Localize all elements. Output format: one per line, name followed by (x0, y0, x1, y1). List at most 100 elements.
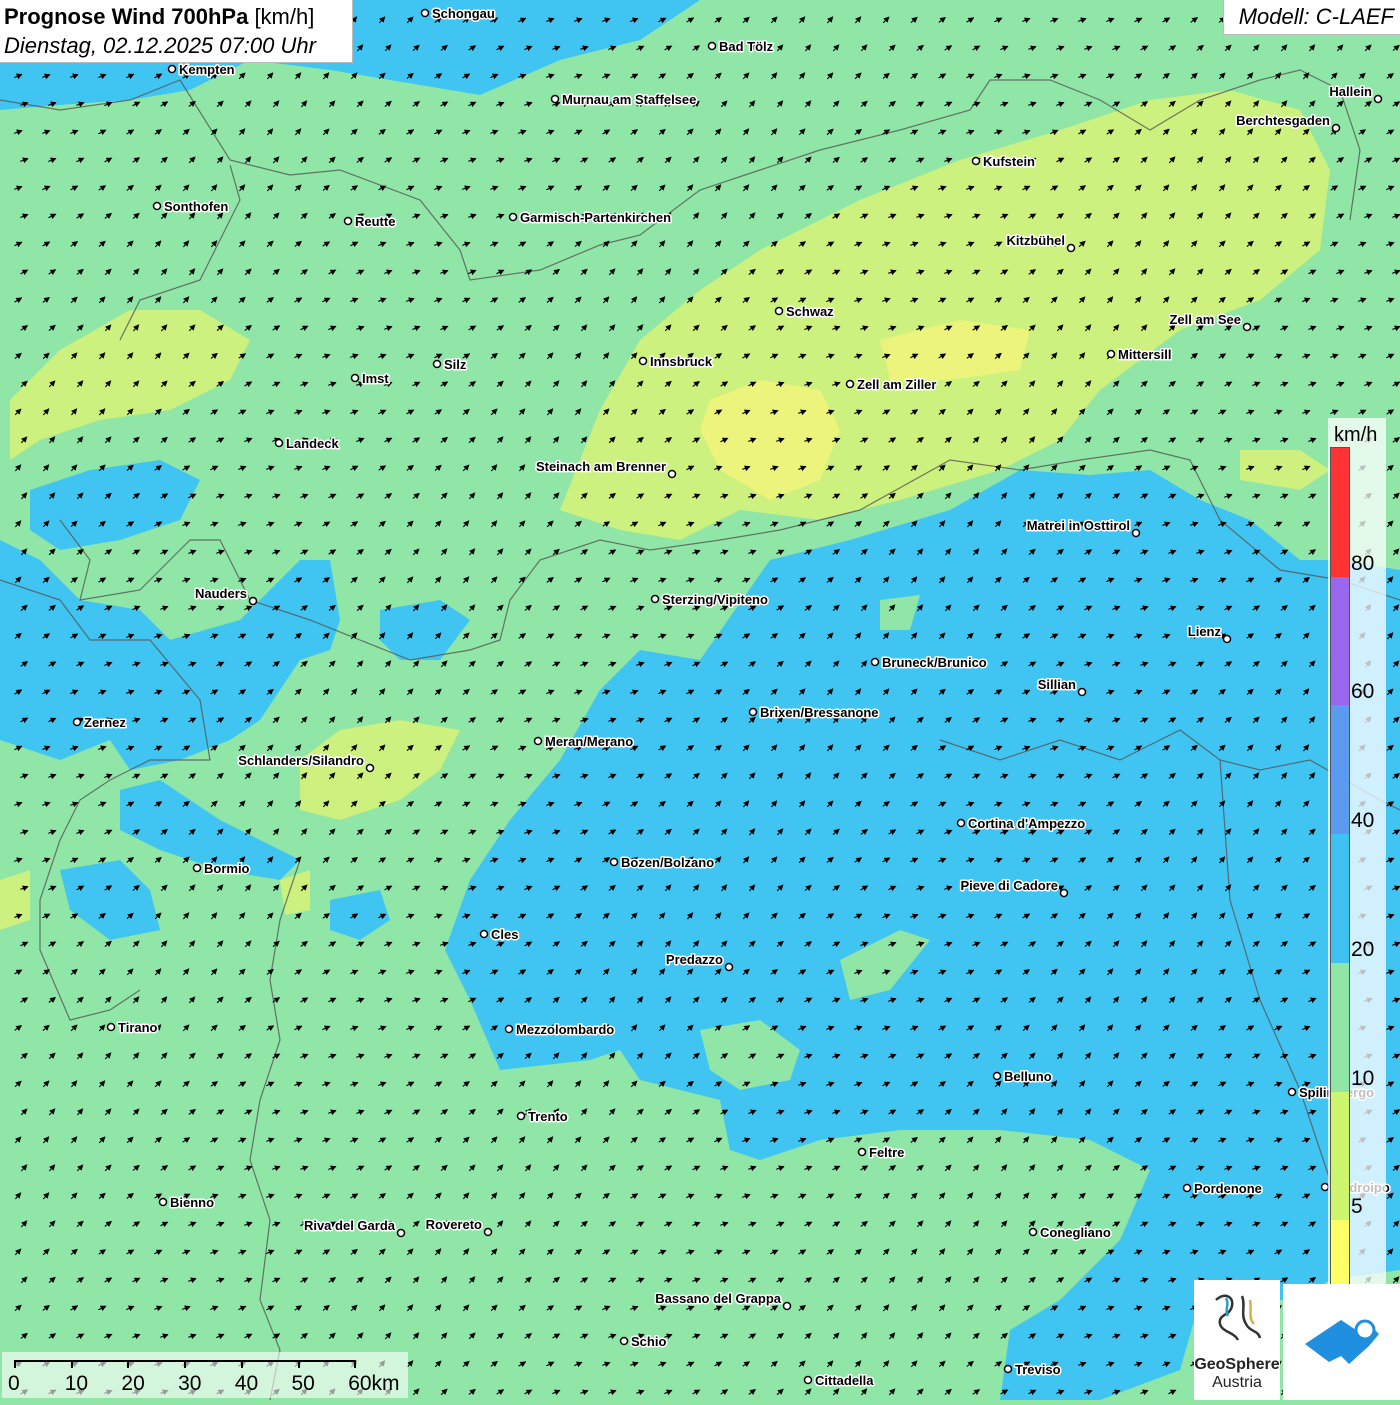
city-marker[interactable]: Schongau (420, 5, 496, 23)
city-label: Schio (631, 1334, 666, 1349)
city-dot (1222, 634, 1232, 644)
city-dot (167, 64, 177, 74)
city-dot (619, 1336, 629, 1346)
city-dot (248, 596, 258, 606)
city-dot (1131, 528, 1141, 538)
city-label: Schwaz (786, 304, 834, 319)
city-label: Imst (362, 371, 389, 386)
city-dot (870, 657, 880, 667)
app-arrow-cloud-icon (1305, 1319, 1379, 1364)
legend-tick-label: 20 (1351, 937, 1375, 961)
city-dot (504, 1024, 514, 1034)
city-marker[interactable]: Sterzing/Vipiteno (650, 591, 769, 609)
city-marker[interactable]: Murnau am Staffelsee (550, 91, 698, 109)
city-marker[interactable]: Mittersill (1106, 346, 1173, 364)
city-dot (992, 1071, 1002, 1081)
map-datetime: Dienstag, 02.12.2025 07:00 Uhr (4, 33, 316, 58)
geosphere-emblem-icon (1215, 1294, 1262, 1341)
city-label: Innsbruck (650, 354, 713, 369)
city-dot (420, 8, 430, 18)
city-dot (479, 929, 489, 939)
city-label: Nauders (195, 586, 247, 601)
city-dot (1287, 1087, 1297, 1097)
city-dot (609, 857, 619, 867)
city-dot (192, 863, 202, 873)
geosphere-austria-logo[interactable]: GeoSphere Austria (1194, 1280, 1280, 1400)
city-marker[interactable]: Sonthofen (152, 198, 230, 216)
scale-label: 60km (348, 1372, 400, 1395)
city-marker[interactable]: Innsbruck (638, 353, 714, 371)
city-label: Pordenone (1194, 1181, 1262, 1196)
city-label: Meran/Merano (545, 734, 633, 749)
legend-color-segment (1331, 576, 1349, 706)
legend-tick-label: 5 (1351, 1195, 1363, 1219)
geosphere-logo-line2: Austria (1212, 1374, 1262, 1391)
city-label: Bozen/Bolzano (621, 855, 714, 870)
scale-tick (14, 1360, 16, 1368)
city-label: Garmisch-Partenkirchen (520, 210, 671, 225)
scale-tick (354, 1360, 357, 1368)
city-dot (1373, 94, 1383, 104)
legend-tick-label: 60 (1351, 680, 1375, 704)
scale-label: 40 (234, 1372, 259, 1395)
model-label: Modell: C-LAEF (1238, 4, 1394, 29)
city-marker[interactable]: Cortina d'Ampezzo (956, 815, 1087, 833)
city-dot (550, 94, 560, 104)
city-dot (774, 306, 784, 316)
city-marker[interactable]: Mezzolombardo (504, 1021, 616, 1039)
city-marker[interactable]: Pordenone (1182, 1180, 1263, 1198)
city-label: Riva del Garda (304, 1218, 396, 1233)
city-label: Berchtesgaden (1236, 113, 1330, 128)
city-dot (638, 356, 648, 366)
city-marker[interactable]: Kempten (167, 61, 236, 79)
city-label: Conegliano (1040, 1225, 1111, 1240)
legend-tick-label: 80 (1351, 551, 1375, 575)
legend-unit: km/h (1334, 424, 1378, 446)
city-label: Pieve di Cadore (960, 878, 1058, 893)
city-label: Lienz (1188, 624, 1222, 639)
city-dot (158, 1197, 168, 1207)
city-marker[interactable]: Bozen/Bolzano (609, 854, 716, 872)
city-label: Belluno (1004, 1069, 1052, 1084)
city-label: Zell am Ziller (857, 377, 936, 392)
city-marker[interactable]: Bruneck/Brunico (870, 654, 988, 672)
city-dot (857, 1147, 867, 1157)
city-label: Murnau am Staffelsee (562, 92, 696, 107)
city-dot (508, 212, 518, 222)
city-marker[interactable]: Bad Tölz (707, 38, 775, 56)
wind-forecast-map[interactable]: Schongau Bad Tölz Kempten Murnau am Staffel… (0, 0, 1400, 1400)
city-marker[interactable]: Garmisch-Partenkirchen (508, 209, 673, 227)
city-dot (1059, 888, 1069, 898)
scale-tick (240, 1360, 243, 1368)
city-marker[interactable]: Cittadella (803, 1372, 876, 1390)
city-marker[interactable]: Landeck (274, 435, 341, 453)
scale-tick (184, 1360, 187, 1368)
city-label: Sterzing/Vipiteno (662, 592, 768, 607)
city-label: Sonthofen (164, 199, 228, 214)
city-dot (396, 1228, 406, 1238)
city-label: Trento (528, 1109, 568, 1124)
city-dot (748, 707, 758, 717)
legend-tick-label: 40 (1351, 809, 1375, 833)
map-title-main: Prognose Wind 700hPa (4, 4, 249, 29)
city-dot (803, 1375, 813, 1385)
city-marker[interactable]: Zell am Ziller (845, 376, 938, 394)
city-label: Predazzo (666, 952, 723, 967)
city-label: Steinach am Brenner (536, 459, 666, 474)
city-marker[interactable]: Brixen/Bressanone (748, 704, 880, 722)
city-label: Matrei in Osttirol (1027, 518, 1130, 533)
city-marker[interactable]: Conegliano (1028, 1224, 1112, 1242)
scale-tick (127, 1360, 130, 1368)
city-label: Brixen/Bressanone (760, 705, 879, 720)
scale-tick (70, 1360, 73, 1368)
city-label: Cittadella (815, 1373, 874, 1388)
city-dot (365, 763, 375, 773)
city-label: Bad Tölz (719, 39, 774, 54)
legend-color-segment (1331, 834, 1349, 963)
city-label: Rovereto (426, 1217, 482, 1232)
city-marker[interactable]: Meran/Merano (533, 733, 635, 751)
weather-app-logo[interactable] (1283, 1284, 1400, 1400)
city-label: Kitzbühel (1007, 233, 1066, 248)
city-dot (1242, 322, 1252, 332)
city-dot (350, 373, 360, 383)
